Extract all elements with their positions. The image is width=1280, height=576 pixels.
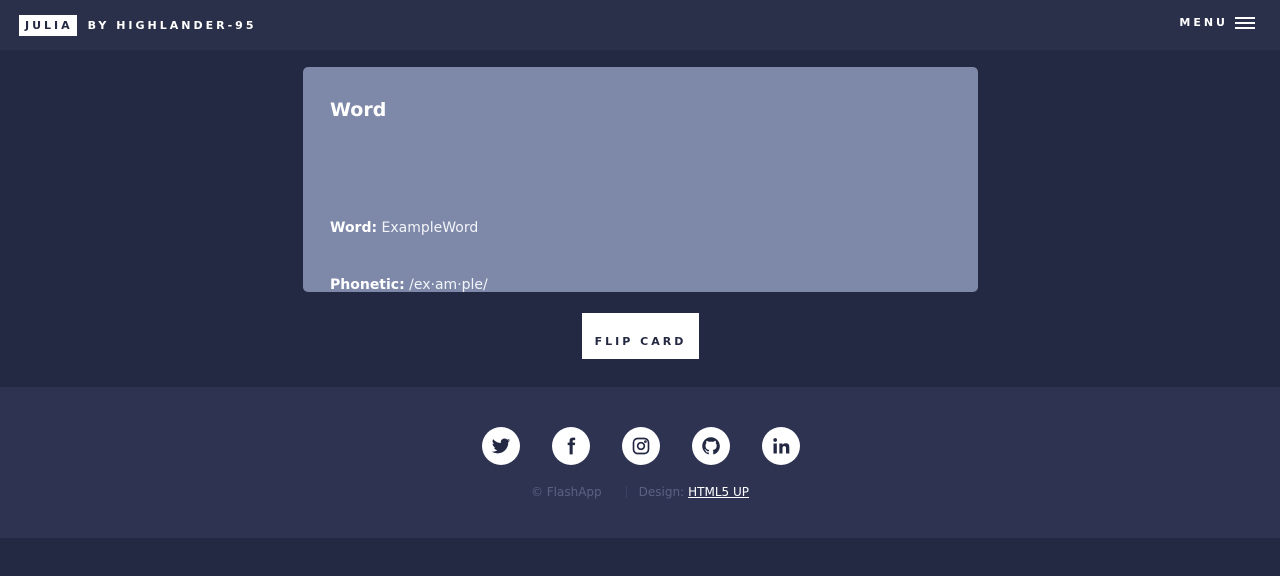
card-title: Word: [330, 99, 387, 121]
linkedin-icon: [773, 438, 790, 454]
instagram-icon: [632, 437, 650, 455]
page-bottom: [0, 538, 1280, 576]
facebook-icon: [567, 437, 576, 455]
flash-card: Word Word: ExampleWord Phonetic: /ex·am·…: [303, 67, 978, 293]
word-row: Word: ExampleWord: [330, 220, 478, 236]
copyright-text: © FlashApp: [530, 485, 602, 499]
site-logo[interactable]: JULIA BY HIGHLANDER-95: [19, 14, 256, 36]
social-links: [482, 427, 800, 465]
instagram-link[interactable]: [622, 427, 660, 465]
logo-byline: BY HIGHLANDER-95: [87, 18, 257, 32]
github-link[interactable]: [692, 427, 730, 465]
phonetic-value: /ex·am·ple/: [409, 277, 488, 293]
twitter-icon: [491, 438, 511, 454]
github-icon: [702, 437, 720, 455]
site-header: JULIA BY HIGHLANDER-95 MENU: [0, 0, 1280, 50]
logo-name: JULIA: [19, 14, 77, 36]
divider: [625, 486, 627, 498]
menu-button[interactable]: MENU: [1179, 16, 1255, 29]
hamburger-icon: [1235, 16, 1255, 29]
twitter-link[interactable]: [482, 427, 520, 465]
facebook-link[interactable]: [552, 427, 590, 465]
word-value: ExampleWord: [381, 220, 479, 236]
phonetic-label: Phonetic:: [330, 277, 405, 293]
site-footer: © FlashApp Design: HTML5 UP: [0, 387, 1280, 538]
flip-card-button[interactable]: FLIP CARD: [582, 313, 699, 359]
word-label: Word:: [330, 220, 378, 236]
design-label: Design:: [638, 485, 685, 499]
menu-label: MENU: [1179, 16, 1228, 29]
phonetic-row: Phonetic: /ex·am·ple/: [330, 277, 488, 293]
copyright: © FlashApp Design: HTML5 UP: [0, 485, 1280, 499]
design-link[interactable]: HTML5 UP: [688, 485, 749, 499]
linkedin-link[interactable]: [762, 427, 800, 465]
